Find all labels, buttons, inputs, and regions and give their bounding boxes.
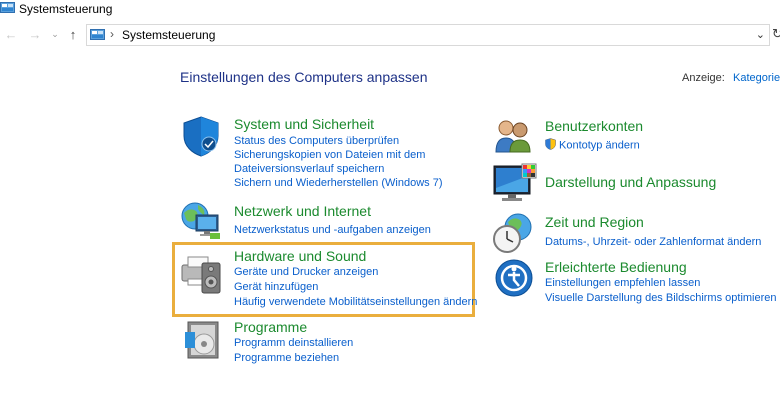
control-panel-icon <box>0 1 15 20</box>
appearance-monitor-icon[interactable] <box>492 162 538 209</box>
category-title[interactable]: Zeit und Region <box>545 214 644 230</box>
category-title[interactable]: Erleichterte Bedienung <box>545 259 687 275</box>
link-optimize-display[interactable]: Visuelle Darstellung des Bildschirms opt… <box>545 292 777 304</box>
link-uninstall-program[interactable]: Programm deinstallieren <box>234 337 353 349</box>
link-check-status[interactable]: Status des Computers überprüfen <box>234 135 399 147</box>
page-title: Einstellungen des Computers anpassen <box>180 69 428 85</box>
view-mode-dropdown[interactable]: Kategorie <box>733 72 780 84</box>
link-backup-restore[interactable]: Sichern und Wiederherstellen (Windows 7) <box>234 177 442 189</box>
link-date-time-format[interactable]: Datums-, Uhrzeit- oder Zahlenformat ände… <box>545 236 761 248</box>
refresh-icon[interactable]: ↻ <box>772 26 780 42</box>
link-recommend-settings[interactable]: Einstellungen empfehlen lassen <box>545 277 700 289</box>
arrow-left-icon: ← <box>4 26 18 42</box>
recent-locations-button[interactable]: ⌄ <box>46 25 64 43</box>
arrow-right-icon: → <box>28 26 42 42</box>
ease-of-access-icon[interactable] <box>494 258 534 303</box>
control-panel-icon <box>90 28 105 46</box>
category-title[interactable]: Hardware und Sound <box>234 248 366 264</box>
category-title[interactable]: Programme <box>234 319 307 335</box>
link-get-programs[interactable]: Programme beziehen <box>234 352 339 364</box>
category-title[interactable]: Darstellung und Anpassung <box>545 174 716 190</box>
view-label: Anzeige: <box>682 72 725 84</box>
address-dropdown-icon[interactable]: ⌄ <box>756 28 765 41</box>
network-globe-icon[interactable] <box>180 201 224 246</box>
category-title[interactable]: Benutzerkonten <box>545 118 643 134</box>
users-icon[interactable] <box>494 116 534 161</box>
forward-button[interactable]: → <box>26 25 44 43</box>
programs-disc-icon[interactable] <box>182 318 222 367</box>
arrow-up-icon: ↑ <box>69 26 77 42</box>
link-mobility-settings[interactable]: Häufig verwendete Mobilitätseinstellunge… <box>234 296 477 308</box>
printer-speaker-icon[interactable] <box>180 251 226 302</box>
clock-globe-icon[interactable] <box>492 212 536 261</box>
category-title[interactable]: System und Sicherheit <box>234 116 374 132</box>
up-button[interactable]: ↑ <box>64 25 82 43</box>
link-add-device[interactable]: Gerät hinzufügen <box>234 281 318 293</box>
window-title: Systemsteuerung <box>19 2 113 16</box>
link-file-history[interactable]: Dateiversionsverlauf speichern <box>234 163 384 175</box>
link-change-account-type[interactable]: Kontotyp ändern <box>545 138 640 153</box>
shield-icon[interactable] <box>182 115 222 162</box>
address-bar[interactable]: › Systemsteuerung ⌄ <box>86 24 770 46</box>
back-button[interactable]: ← <box>2 25 20 43</box>
uac-shield-icon <box>545 138 556 153</box>
navigation-bar: ← → ⌄ ↑ › Systemsteuerung ⌄ ↻ <box>0 22 780 48</box>
title-bar: Systemsteuerung <box>0 0 780 22</box>
chevron-down-icon: ⌄ <box>51 28 59 39</box>
link-backup-files[interactable]: Sicherungskopien von Dateien mit dem <box>234 149 425 161</box>
breadcrumb-chevron-icon[interactable]: › <box>110 27 114 41</box>
breadcrumb-item[interactable]: Systemsteuerung <box>122 28 215 42</box>
category-title[interactable]: Netzwerk und Internet <box>234 203 371 219</box>
link-devices-printers[interactable]: Geräte und Drucker anzeigen <box>234 266 378 278</box>
link-label: Kontotyp ändern <box>559 139 640 152</box>
link-network-status[interactable]: Netzwerkstatus und -aufgaben anzeigen <box>234 224 431 236</box>
